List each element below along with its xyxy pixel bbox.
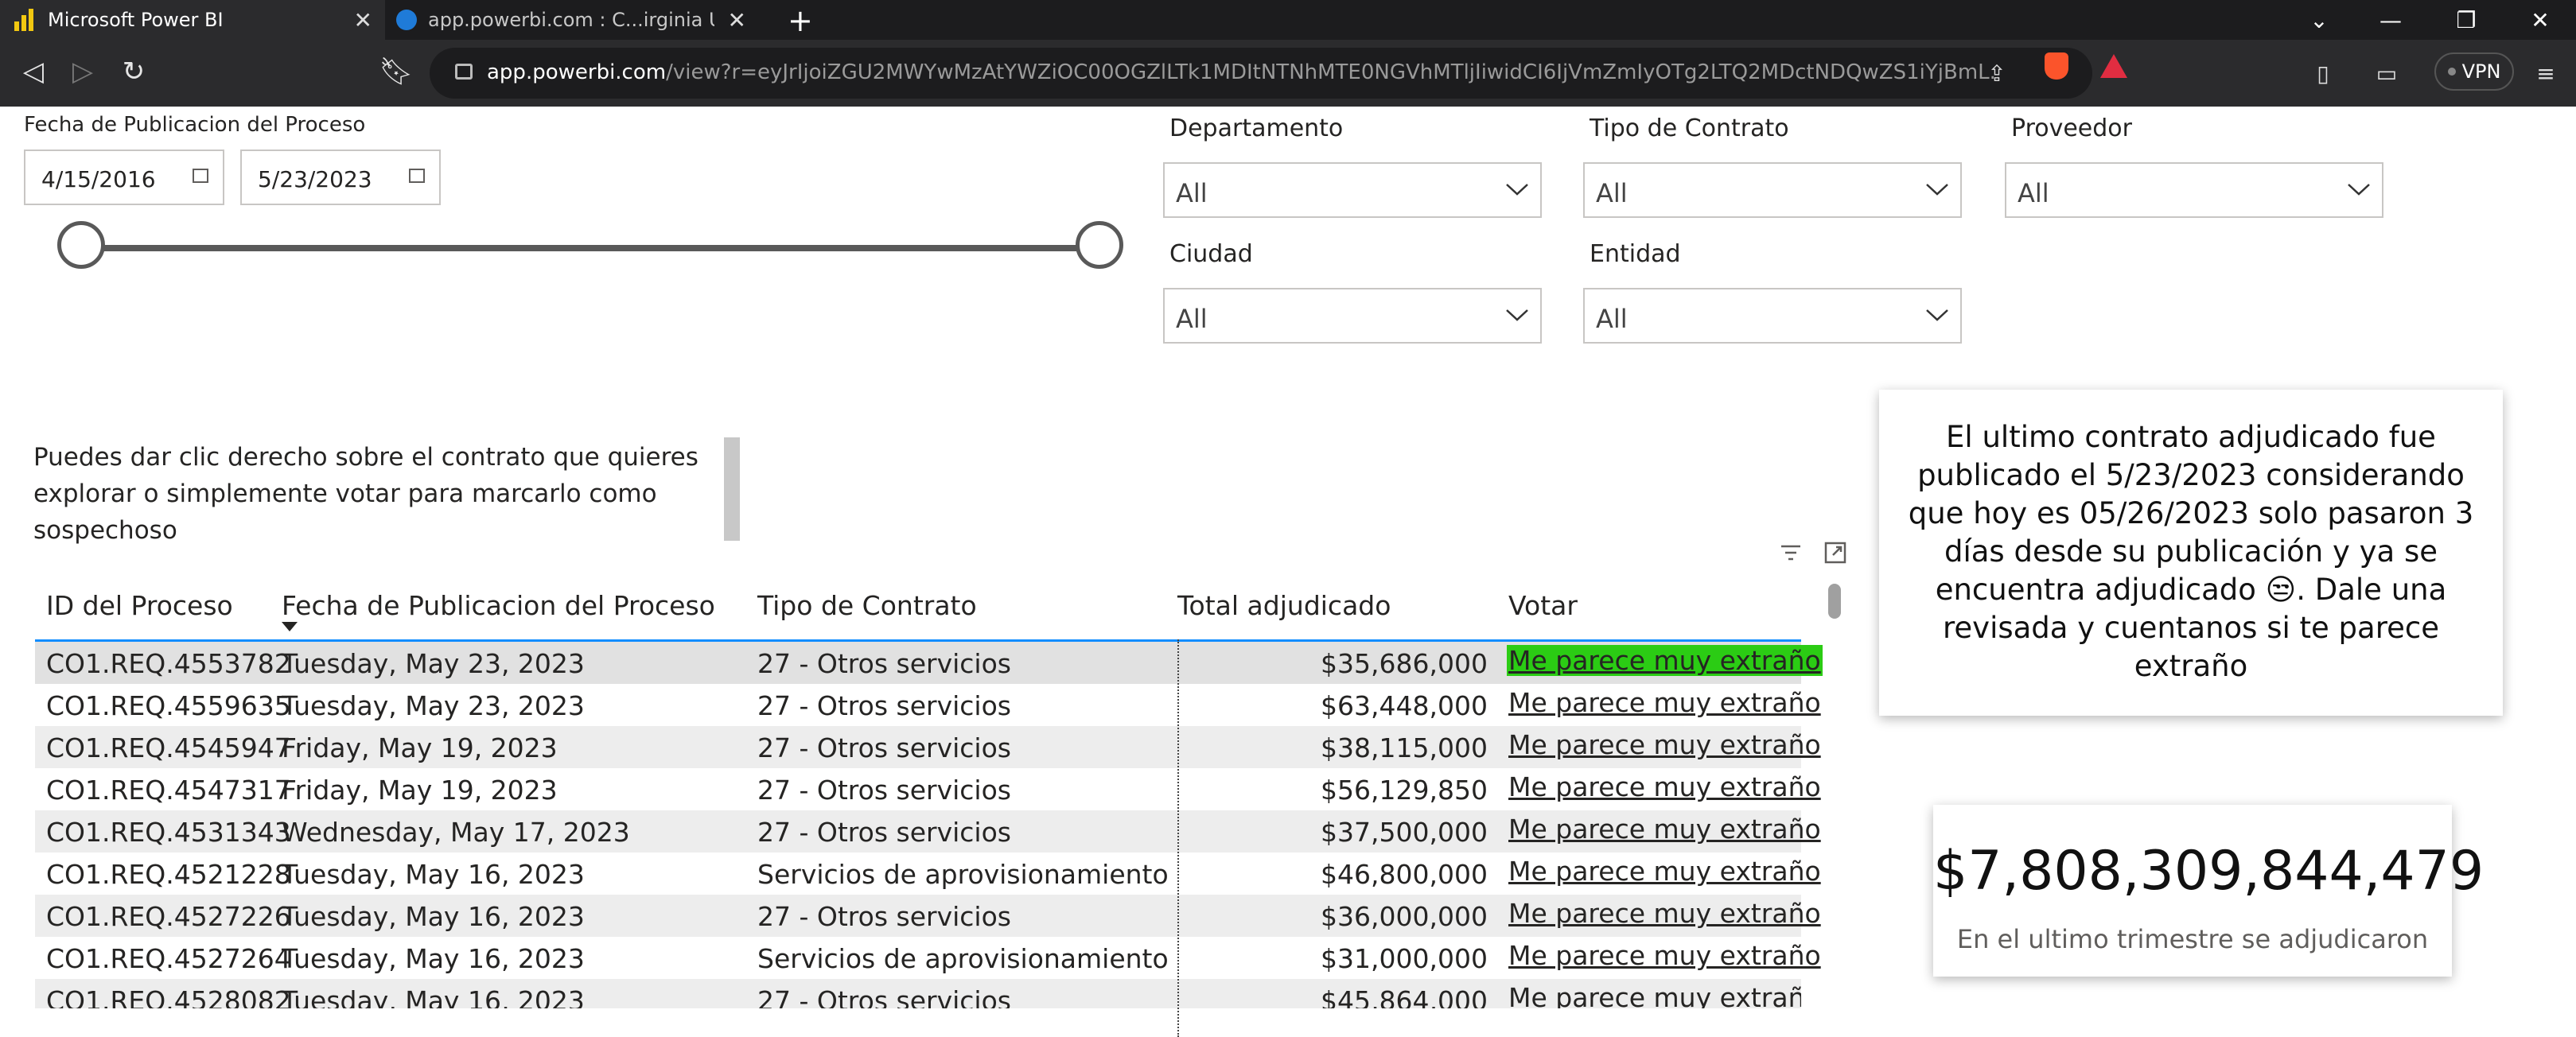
tab-list-chevron-icon[interactable]: ⌄ (2283, 0, 2355, 40)
bookmark-icon[interactable]: 🔖︎ (379, 54, 414, 89)
chevron-down-icon (1926, 309, 1948, 321)
tipo-contrato-title: Tipo de Contrato (1590, 115, 1789, 142)
vote-link[interactable]: Me parece muy extraño (1507, 645, 1823, 676)
vote-link[interactable]: Me parece muy extraño (1507, 687, 1823, 718)
vote-link[interactable]: Me parece muy extraño (1507, 856, 1823, 887)
vpn-button[interactable]: VPN (2434, 52, 2514, 91)
vote-link[interactable]: Me parece muy extraño (1507, 898, 1823, 929)
filter-icon[interactable] (1779, 541, 1803, 565)
menu-icon[interactable]: ≡ (2530, 57, 2562, 89)
kpi-value: $7,808,309,844,479 (1933, 840, 2485, 903)
ciudad-dropdown[interactable]: All (1163, 288, 1542, 344)
table-row[interactable]: CO1.REQ.4527264 Tuesday, May 16, 2023 Se… (35, 937, 1821, 979)
address-bar[interactable]: app.powerbi.com/view?r=eyJrIjoiZGU2MWYwM… (430, 48, 2092, 99)
departamento-dropdown[interactable]: All (1163, 162, 1542, 218)
chevron-down-icon (1506, 184, 1528, 196)
close-icon[interactable]: ✕ (354, 7, 372, 33)
tab-title: app.powerbi.com : C...irginia USA - EC (428, 9, 714, 31)
share-icon[interactable]: ⇪ (1981, 57, 2013, 89)
table-row[interactable]: CO1.REQ.4531343 Wednesday, May 17, 2023 … (35, 810, 1821, 853)
powerbi-icon (14, 9, 37, 31)
text-scrollbar[interactable] (724, 437, 740, 541)
table-row[interactable]: CO1.REQ.4559635 Tuesday, May 23, 2023 27… (35, 684, 1821, 726)
table-header: ID del Proceso Fecha de Publicacion del … (35, 571, 1801, 642)
browser-tab-bar: Microsoft Power BI ✕ app.powerbi.com : C… (0, 0, 2576, 40)
vote-link[interactable]: Me parece muy extraño (1507, 940, 1823, 971)
info-card: El ultimo contrato adjudicado fue public… (1879, 390, 2503, 716)
brave-rewards-icon[interactable] (2100, 54, 2127, 78)
ciudad-title: Ciudad (1169, 240, 1253, 268)
tab-powerbi[interactable]: Microsoft Power BI ✕ (0, 0, 385, 40)
lock-icon (455, 64, 473, 80)
column-header-id[interactable]: ID del Proceso (46, 590, 233, 621)
tipo-contrato-dropdown[interactable]: All (1583, 162, 1962, 218)
proveedor-title: Proveedor (2011, 115, 2132, 142)
sort-desc-icon (282, 622, 298, 631)
minimize-button[interactable]: — (2355, 0, 2426, 40)
edge-icon (396, 10, 417, 30)
wallet-icon[interactable]: ▭ (2371, 57, 2403, 89)
end-date-input[interactable]: 5/23/2023 (240, 150, 441, 205)
slider-start-handle[interactable] (57, 221, 105, 269)
entidad-dropdown[interactable]: All (1583, 288, 1962, 344)
entidad-title: Entidad (1590, 240, 1681, 268)
kpi-label: En el ultimo trimestre se adjudicaron (1956, 924, 2429, 954)
window-close-button[interactable]: ✕ (2504, 0, 2576, 40)
table-scrollbar[interactable] (1828, 584, 1841, 619)
calendar-icon[interactable] (193, 169, 208, 183)
browser-toolbar: ◁ ▷ ↻ 🔖︎ app.powerbi.com/view?r=eyJrIjoi… (0, 40, 2576, 107)
column-header-tipo[interactable]: Tipo de Contrato (757, 590, 977, 621)
chevron-down-icon (1926, 184, 1948, 196)
table-row[interactable]: CO1.REQ.4553782 Tuesday, May 23, 2023 27… (35, 642, 1823, 684)
chevron-down-icon (1506, 309, 1528, 321)
tab-title: Microsoft Power BI (48, 9, 224, 31)
brave-shields-icon[interactable] (2045, 52, 2068, 80)
column-header-total[interactable]: Total adjudicado (1177, 590, 1391, 621)
vote-link[interactable]: Me parece muy extraño (1507, 982, 1801, 1008)
reload-button[interactable]: ↻ (116, 54, 151, 89)
column-header-fecha[interactable]: Fecha de Publicacion del Proceso (282, 590, 715, 621)
slider-end-handle[interactable] (1076, 221, 1123, 269)
sidebar-icon[interactable]: ▯ (2307, 57, 2339, 89)
column-header-votar[interactable]: Votar (1508, 590, 1578, 621)
kpi-card: $7,808,309,844,479 En el ultimo trimestr… (1933, 805, 2485, 977)
tab-powerbi-2[interactable]: app.powerbi.com : C...irginia USA - EC ✕ (385, 0, 759, 40)
calendar-icon[interactable] (409, 169, 425, 183)
vote-link[interactable]: Me parece muy extraño (1507, 771, 1823, 802)
focus-mode-icon[interactable] (1823, 541, 1847, 565)
new-tab-button[interactable]: + (788, 3, 813, 38)
table-row[interactable]: CO1.REQ.4521228 Tuesday, May 16, 2023 Se… (35, 853, 1821, 895)
table-row[interactable]: CO1.REQ.4545947 Friday, May 19, 2023 27 … (35, 726, 1821, 768)
date-range-slider[interactable] (81, 245, 1099, 251)
departamento-title: Departamento (1169, 115, 1344, 142)
table-row[interactable]: CO1.REQ.4547317 Friday, May 19, 2023 27 … (35, 768, 1821, 810)
proveedor-dropdown[interactable]: All (2005, 162, 2383, 218)
chevron-down-icon (2348, 184, 2370, 196)
column-divider (1177, 639, 1179, 1037)
forward-button[interactable]: ▷ (65, 54, 100, 89)
vote-link[interactable]: Me parece muy extraño (1507, 814, 1823, 845)
back-button[interactable]: ◁ (16, 54, 51, 89)
instructions-text: Puedes dar clic derecho sobre el contrat… (33, 443, 698, 545)
url-text[interactable]: app.powerbi.com/view?r=eyJrIjoiZGU2MWYwM… (487, 60, 1998, 84)
table-row[interactable]: CO1.REQ.4528082 Tuesday, May 16, 2023 27… (35, 979, 1801, 1008)
close-icon[interactable]: ✕ (728, 7, 746, 33)
table-row[interactable]: CO1.REQ.4527226 Tuesday, May 16, 2023 27… (35, 895, 1821, 937)
date-slicer-title: Fecha de Publicacion del Proceso (24, 113, 366, 137)
vote-link[interactable]: Me parece muy extraño (1507, 729, 1823, 760)
info-card-text: El ultimo contrato adjudicado fue public… (1908, 420, 2474, 683)
restore-button[interactable]: ❐ (2430, 0, 2502, 40)
start-date-input[interactable]: 4/15/2016 (24, 150, 224, 205)
